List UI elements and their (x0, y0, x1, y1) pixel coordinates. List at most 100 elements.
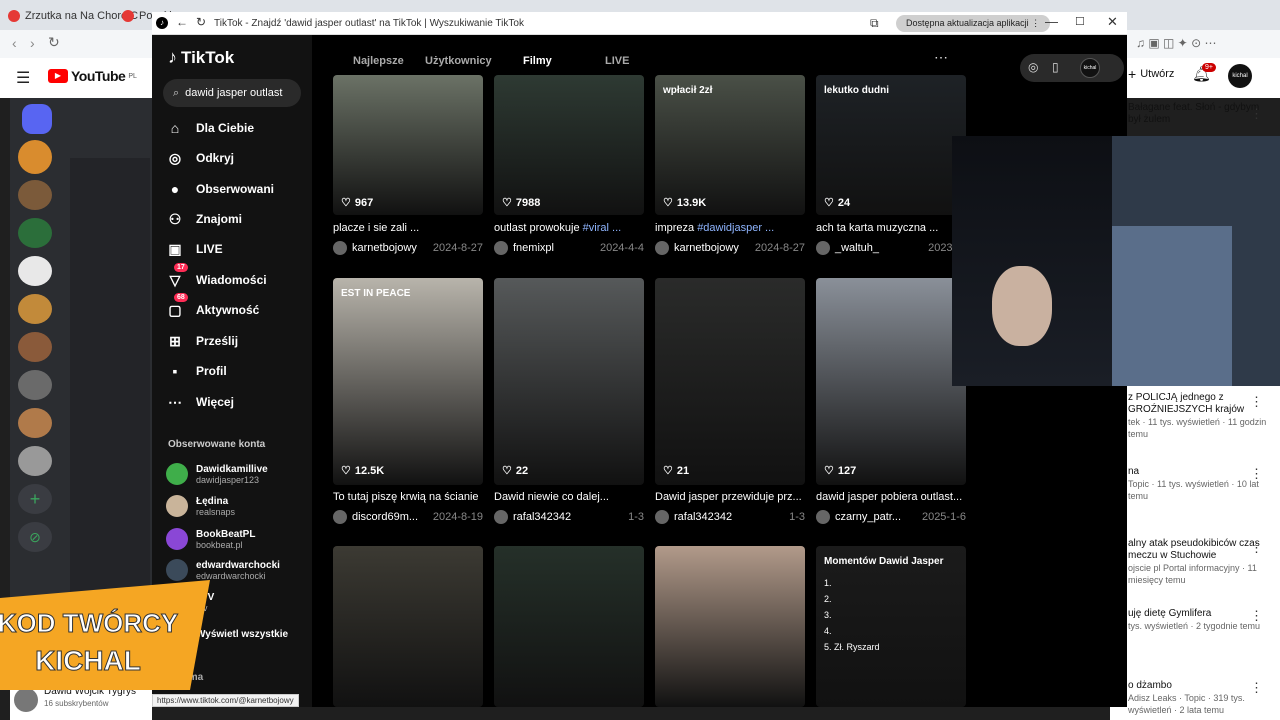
video-thumbnail[interactable] (816, 278, 966, 485)
update-button[interactable]: Dostępna aktualizacja aplikacji ⋮ (896, 15, 1051, 32)
back-icon[interactable]: ← (176, 15, 188, 29)
tiktok-avatar[interactable]: kichal (1080, 58, 1100, 78)
video-thumbnail[interactable] (655, 278, 805, 485)
video-author[interactable]: czarny_patr... 2025-1-6 (816, 510, 966, 524)
recommendation-item[interactable]: uję dietę Gymlifera tys. wyświetleń · 2 t… (1128, 608, 1268, 632)
account-handle: edwardwarchocki (196, 570, 266, 581)
server-icon[interactable] (18, 180, 52, 210)
explore-icon[interactable]: ⊘ (18, 522, 52, 552)
nav-item-odkryj[interactable]: ◎ Odkryj (166, 149, 234, 167)
followed-account[interactable]: BookBeatPL bookbeat.pl (166, 528, 255, 550)
thumbnail-overlay-text: Momentów Dawid Jasper (824, 556, 944, 567)
recommendation-item[interactable]: z POLICJĄ jednego z GROŹNIEJSZYCH krajów… (1128, 392, 1268, 440)
kebab-icon[interactable]: ⋮ (1250, 466, 1263, 482)
kebab-icon[interactable]: ⋮ (1250, 394, 1263, 410)
search-input[interactable]: ⌕ dawid jasper outlast (163, 79, 301, 107)
video-thumbnail[interactable] (494, 278, 644, 485)
minimize-icon[interactable]: — (1045, 14, 1058, 29)
recommendation-item[interactable]: alny atak pseudokibiców czas meczu w Stu… (1128, 538, 1268, 586)
video-thumbnail[interactable] (494, 75, 644, 215)
video-author[interactable]: karnetbojowy 2024-8-27 (655, 241, 805, 255)
tab-najlepsze[interactable]: Najlepsze (353, 55, 404, 67)
like-count: ♡ 24 (824, 196, 850, 210)
nav-item-wi-cej[interactable]: ⋯ Więcej (166, 393, 234, 411)
video-thumbnail[interactable] (333, 75, 483, 215)
video-thumbnail[interactable] (494, 546, 644, 707)
hashtag[interactable]: #dawidjasper ... (697, 222, 774, 234)
compass-icon[interactable]: ◎ (1028, 60, 1038, 74)
video-thumbnail[interactable] (655, 546, 805, 707)
reload-icon[interactable]: ↻ (48, 34, 60, 51)
forward-icon[interactable]: › (30, 35, 35, 51)
video-thumbnail[interactable]: EST IN PEACE (333, 278, 483, 485)
server-icon[interactable] (18, 332, 52, 362)
kebab-icon[interactable]: ⋮ (1250, 540, 1263, 556)
video-description[interactable]: impreza #dawidjasper ... (655, 222, 805, 234)
video-description[interactable]: ach ta karta muzyczna ... (816, 222, 966, 234)
video-description[interactable]: Dawid jasper przewiduje prz... (655, 491, 805, 503)
video-description[interactable]: Dawid niewie co dalej... (494, 491, 644, 503)
video-thumbnail[interactable]: lekutko dudni (816, 75, 966, 215)
tab-u-ytkownicy[interactable]: Użytkownicy (425, 55, 492, 67)
discord-logo-icon[interactable] (22, 104, 52, 134)
tab-live[interactable]: LIVE (605, 55, 629, 67)
nav-item-obserwowani[interactable]: ● Obserwowani (166, 180, 274, 198)
followed-account[interactable]: Łędina realsnaps (166, 495, 235, 517)
kebab-icon[interactable]: ⋮ (1250, 106, 1263, 122)
phone-icon[interactable]: ▯ (1052, 60, 1059, 74)
video-thumbnail[interactable] (333, 546, 483, 707)
server-icon[interactable] (18, 256, 52, 286)
nav-item-dla-ciebie[interactable]: ⌂ Dla Ciebie (166, 119, 254, 137)
video-author[interactable]: discord69m... 2024-8-19 (333, 510, 483, 524)
maximize-icon[interactable]: ☐ (1075, 15, 1085, 28)
avatar[interactable]: kichal (1228, 64, 1252, 88)
recommendation-item[interactable]: Bałagane feat. Słoń - gdybym był żulem (1128, 102, 1268, 126)
nav-item-live[interactable]: ▣ LIVE (166, 240, 222, 258)
nav-badge: 17 (174, 263, 188, 272)
kebab-icon[interactable]: ⋮ (1250, 608, 1263, 624)
video-description[interactable]: outlast prowokuje #viral ... (494, 222, 644, 234)
hashtag[interactable]: #viral ... (583, 222, 622, 234)
server-icon[interactable] (18, 408, 52, 438)
menu-icon[interactable]: ☰ (16, 68, 30, 88)
background-tab[interactable]: Zrzutka na Na Chore C (8, 6, 138, 26)
server-icon[interactable] (18, 294, 52, 324)
close-icon[interactable]: ✕ (1107, 14, 1118, 30)
video-description[interactable]: dawid jasper pobiera outlast... (816, 491, 966, 503)
video-author[interactable]: fnemixpl 2024-4-4 (494, 241, 644, 255)
nav-item-aktywno--[interactable]: ▢ 68 Aktywność (166, 293, 259, 319)
extension-icon[interactable]: ⧉ (870, 16, 879, 31)
kebab-icon[interactable]: ⋮ (1250, 680, 1263, 696)
video-thumbnail[interactable]: wpłacił 2zł (655, 75, 805, 215)
server-icon[interactable] (18, 446, 52, 476)
video-author[interactable]: rafal342342 1-3 (655, 510, 805, 524)
server-icon[interactable] (18, 370, 52, 400)
nav-item-znajomi[interactable]: ⚇ Znajomi (166, 210, 242, 228)
server-icon[interactable] (18, 218, 52, 248)
like-value: 967 (354, 196, 374, 209)
nav-item-profil[interactable]: ▪ Profil (166, 362, 227, 380)
create-button[interactable]: + Utwórz (1128, 66, 1174, 82)
followed-account[interactable]: edwardwarchocki edwardwarchocki (166, 559, 280, 581)
youtube-logo[interactable]: ▶ YouTube PL (48, 68, 137, 84)
nav-item-wiadomo-ci[interactable]: ▽ 17 Wiadomości (166, 263, 267, 289)
video-description[interactable]: placze i sie zali ... (333, 222, 483, 234)
extensions-icon[interactable]: ♫ ▣ ◫ ✦ ⊙ ⋯ (1136, 36, 1216, 50)
tab-filmy[interactable]: Filmy (523, 55, 552, 67)
recommendation-item[interactable]: na Topic · 11 tys. wyświetleń · 10 lat te… (1128, 466, 1268, 502)
tiktok-logo[interactable]: ♪ TikTok (168, 47, 234, 68)
nav-item-prze-lij[interactable]: ⊞ Prześlij (166, 332, 238, 350)
reload-icon[interactable]: ↻ (196, 15, 206, 29)
video-author[interactable]: _waltuh_ 2023-5- (816, 241, 966, 255)
video-description[interactable]: To tutaj piszę krwią na ścianie (333, 491, 483, 503)
like-count: ♡ 22 (502, 464, 528, 478)
video-author[interactable]: karnetbojowy 2024-8-27 (333, 241, 483, 255)
video-author[interactable]: rafal342342 1-3 (494, 510, 644, 524)
back-icon[interactable]: ‹ (12, 35, 17, 51)
more-icon[interactable]: ⋯ (934, 49, 948, 66)
add-server-icon[interactable]: + (18, 484, 52, 514)
channel-avatar[interactable] (14, 688, 38, 712)
server-icon[interactable] (18, 140, 52, 174)
recommendation-item[interactable]: o dżambo Adisz Leaks · Topic · 319 tys. w… (1128, 680, 1268, 716)
followed-account[interactable]: Dawidkamillive dawidjasper123 (166, 463, 268, 485)
